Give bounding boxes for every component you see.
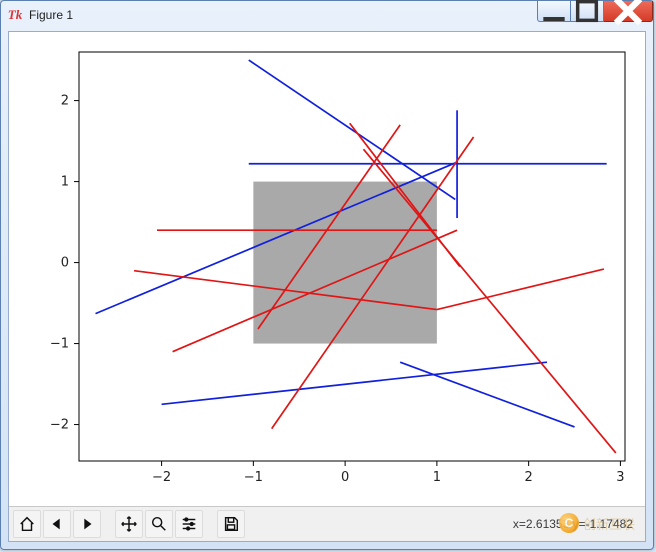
xtick-label: 3 — [616, 470, 624, 485]
minimize-button[interactable] — [537, 1, 571, 22]
maximize-icon — [571, 0, 603, 27]
coord-readout: x=2.61353 y=-1.17482 — [513, 517, 641, 531]
ytick-label: 0 — [61, 256, 69, 271]
pan-button[interactable] — [115, 510, 143, 538]
save-button[interactable] — [217, 510, 245, 538]
close-icon — [604, 0, 652, 35]
window-controls — [537, 1, 653, 22]
arrow-left-icon — [48, 515, 66, 533]
app-window: Tk Figure 1 −2 −1 0 1 2 3 −2 −1 0 1 2 — [0, 0, 654, 550]
client-area: −2 −1 0 1 2 3 −2 −1 0 1 2 — [8, 31, 646, 542]
zoom-icon — [150, 515, 168, 533]
ytick-label: −1 — [50, 337, 69, 352]
minimize-icon — [538, 0, 570, 27]
xtick-label: −1 — [244, 470, 263, 485]
window-title: Figure 1 — [29, 8, 73, 22]
xtick-label: 1 — [433, 470, 441, 485]
configure-button[interactable] — [175, 510, 203, 538]
app-icon: Tk — [7, 7, 23, 23]
toolbar: x=2.61353 y=-1.17482 — [9, 506, 645, 541]
home-button[interactable] — [13, 510, 41, 538]
ytick-label: −2 — [50, 418, 69, 433]
arrow-right-icon — [78, 515, 96, 533]
forward-button[interactable] — [73, 510, 101, 538]
titlebar: Tk Figure 1 — [1, 1, 653, 29]
chart-canvas: −2 −1 0 1 2 3 −2 −1 0 1 2 — [9, 32, 645, 507]
ytick-label: 1 — [61, 175, 69, 190]
close-button[interactable] — [604, 1, 653, 22]
plot-area[interactable]: −2 −1 0 1 2 3 −2 −1 0 1 2 — [9, 32, 645, 507]
maximize-button[interactable] — [571, 1, 604, 22]
xtick-label: −2 — [152, 470, 171, 485]
zoom-button[interactable] — [145, 510, 173, 538]
sliders-icon — [180, 515, 198, 533]
move-icon — [120, 515, 138, 533]
home-icon — [18, 515, 36, 533]
xtick-label: 2 — [525, 470, 533, 485]
back-button[interactable] — [43, 510, 71, 538]
xtick-label: 0 — [341, 470, 349, 485]
save-icon — [222, 515, 240, 533]
ytick-label: 2 — [61, 94, 69, 109]
